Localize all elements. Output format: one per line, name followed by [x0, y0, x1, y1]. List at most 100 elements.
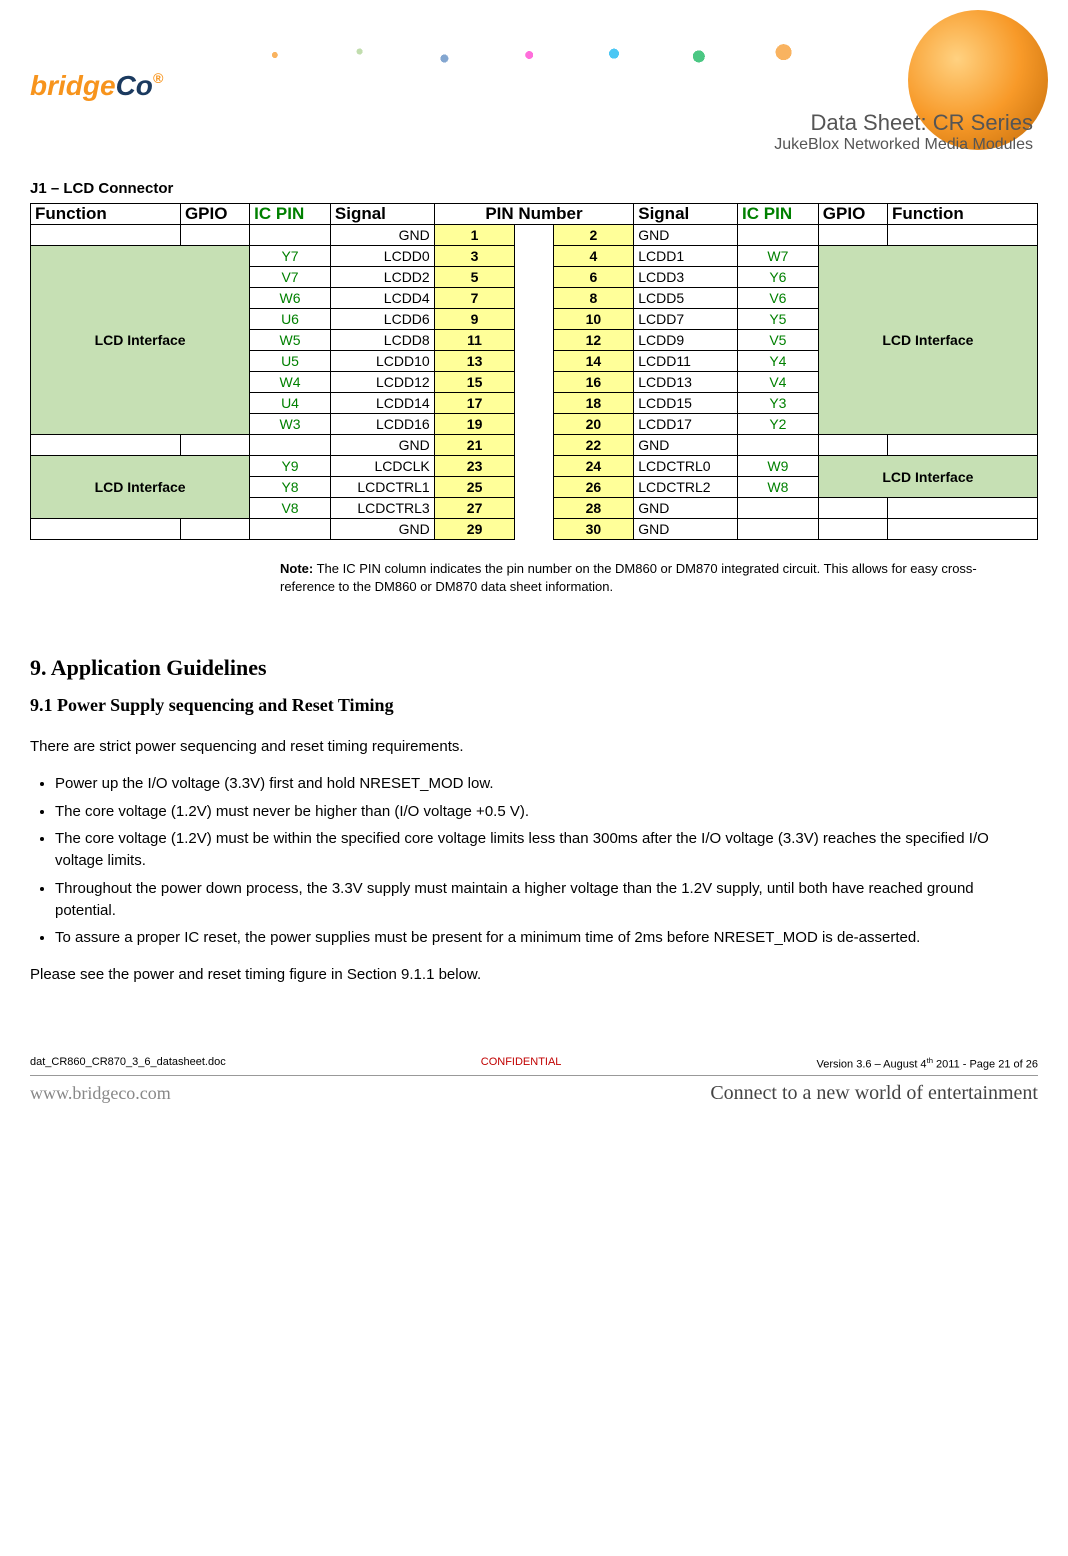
signal-right-cell: LCDD7 [634, 309, 738, 330]
footer-confidential: CONFIDENTIAL [481, 1056, 562, 1071]
signal-right-cell: GND [634, 519, 738, 540]
pin-right-cell: 16 [553, 372, 634, 393]
pin-left-cell: 7 [434, 288, 515, 309]
pin-right-cell: 28 [553, 498, 634, 519]
signal-left-cell: LCDD14 [330, 393, 434, 414]
table-header-row: Function GPIO IC PIN Signal PIN Number S… [31, 204, 1038, 225]
gpio-left-cell [180, 435, 249, 456]
pin-right-cell: 18 [553, 393, 634, 414]
gap-cell [515, 267, 553, 288]
function-left-cell [31, 519, 181, 540]
doc-subtitle: JukeBlox Networked Media Modules [774, 136, 1033, 154]
pin-left-cell: 17 [434, 393, 515, 414]
icpin-right-cell: Y2 [738, 414, 819, 435]
th-icpin-left: IC PIN [250, 204, 331, 225]
function-left-cell: LCD Interface [31, 246, 250, 435]
th-pin-number: PIN Number [434, 204, 634, 225]
pin-left-cell: 29 [434, 519, 515, 540]
pin-left-cell: 21 [434, 435, 515, 456]
signal-right-cell: LCDD5 [634, 288, 738, 309]
signal-right-cell: LCDD11 [634, 351, 738, 372]
icpin-left-cell: V7 [250, 267, 331, 288]
pin-left-cell: 15 [434, 372, 515, 393]
table-row: LCD InterfaceY7LCDD034LCDD1W7LCD Interfa… [31, 246, 1038, 267]
icpin-right-cell: Y6 [738, 267, 819, 288]
gpio-right-cell [818, 498, 887, 519]
list-item: To assure a proper IC reset, the power s… [55, 927, 1038, 949]
icpin-right-cell: W7 [738, 246, 819, 267]
icpin-left-cell: U6 [250, 309, 331, 330]
th-gpio-left: GPIO [180, 204, 249, 225]
icpin-left-cell: Y9 [250, 456, 331, 477]
gap-cell [515, 456, 553, 477]
gap-cell [515, 288, 553, 309]
signal-right-cell: LCDD17 [634, 414, 738, 435]
gap-cell [515, 351, 553, 372]
icpin-left-cell: U5 [250, 351, 331, 372]
h3-power-supply: 9.1 Power Supply sequencing and Reset Ti… [30, 695, 1038, 716]
table-row: GND12GND [31, 225, 1038, 246]
note-text: The IC PIN column indicates the pin numb… [280, 561, 977, 594]
icpin-right-cell [738, 225, 819, 246]
gpio-right-cell [818, 435, 887, 456]
list-item: The core voltage (1.2V) must be within t… [55, 828, 1038, 872]
requirements-list: Power up the I/O voltage (3.3V) first an… [55, 773, 1038, 949]
signal-right-cell: LCDD15 [634, 393, 738, 414]
function-right-cell: LCD Interface [818, 456, 1037, 498]
signal-right-cell: GND [634, 225, 738, 246]
page-footer: dat_CR860_CR870_3_6_datasheet.doc CONFID… [30, 1056, 1038, 1105]
signal-right-cell: LCDD3 [634, 267, 738, 288]
closing-paragraph: Please see the power and reset timing fi… [30, 964, 1038, 986]
gap-cell [515, 330, 553, 351]
table-row: GND2122GND [31, 435, 1038, 456]
icpin-left-cell [250, 435, 331, 456]
function-left-cell [31, 435, 181, 456]
signal-left-cell: LCDD12 [330, 372, 434, 393]
gap-cell [515, 477, 553, 498]
note-label: Note: [280, 561, 313, 576]
function-right-cell [887, 435, 1037, 456]
gpio-left-cell [180, 225, 249, 246]
function-right-cell: LCD Interface [818, 246, 1037, 435]
signal-left-cell: LCDD8 [330, 330, 434, 351]
gap-cell [515, 519, 553, 540]
icpin-left-cell: U4 [250, 393, 331, 414]
signal-left-cell: LCDD4 [330, 288, 434, 309]
note-block: Note: The IC PIN column indicates the pi… [280, 560, 980, 595]
intro-paragraph: There are strict power sequencing and re… [30, 736, 1038, 758]
signal-right-cell: LCDD1 [634, 246, 738, 267]
gpio-left-cell [180, 519, 249, 540]
pin-left-cell: 27 [434, 498, 515, 519]
icpin-right-cell: W9 [738, 456, 819, 477]
icpin-right-cell: V5 [738, 330, 819, 351]
icpin-left-cell: W5 [250, 330, 331, 351]
function-left-cell: LCD Interface [31, 456, 250, 519]
signal-left-cell: GND [330, 225, 434, 246]
logo-text-2: Co [116, 70, 153, 101]
pin-right-cell: 10 [553, 309, 634, 330]
logo-text-1: bridge [30, 70, 116, 101]
signal-left-cell: LCDCTRL1 [330, 477, 434, 498]
pin-left-cell: 25 [434, 477, 515, 498]
gap-cell [515, 435, 553, 456]
signal-right-cell: GND [634, 435, 738, 456]
signal-left-cell: GND [330, 435, 434, 456]
table-row: LCD InterfaceY9LCDCLK2324LCDCTRL0W9LCD I… [31, 456, 1038, 477]
list-item: Power up the I/O voltage (3.3V) first an… [55, 773, 1038, 795]
pin-left-cell: 23 [434, 456, 515, 477]
table-row: GND2930GND [31, 519, 1038, 540]
icpin-right-cell: W8 [738, 477, 819, 498]
gpio-right-cell [818, 225, 887, 246]
pin-left-cell: 13 [434, 351, 515, 372]
doc-title: Data Sheet: CR Series [774, 110, 1033, 136]
icpin-right-cell: V6 [738, 288, 819, 309]
pin-left-cell: 19 [434, 414, 515, 435]
function-left-cell [31, 225, 181, 246]
gpio-right-cell [818, 519, 887, 540]
icpin-right-cell [738, 435, 819, 456]
function-right-cell [887, 498, 1037, 519]
icpin-left-cell: W4 [250, 372, 331, 393]
pin-left-cell: 1 [434, 225, 515, 246]
signal-right-cell: LCDD13 [634, 372, 738, 393]
pin-right-cell: 4 [553, 246, 634, 267]
